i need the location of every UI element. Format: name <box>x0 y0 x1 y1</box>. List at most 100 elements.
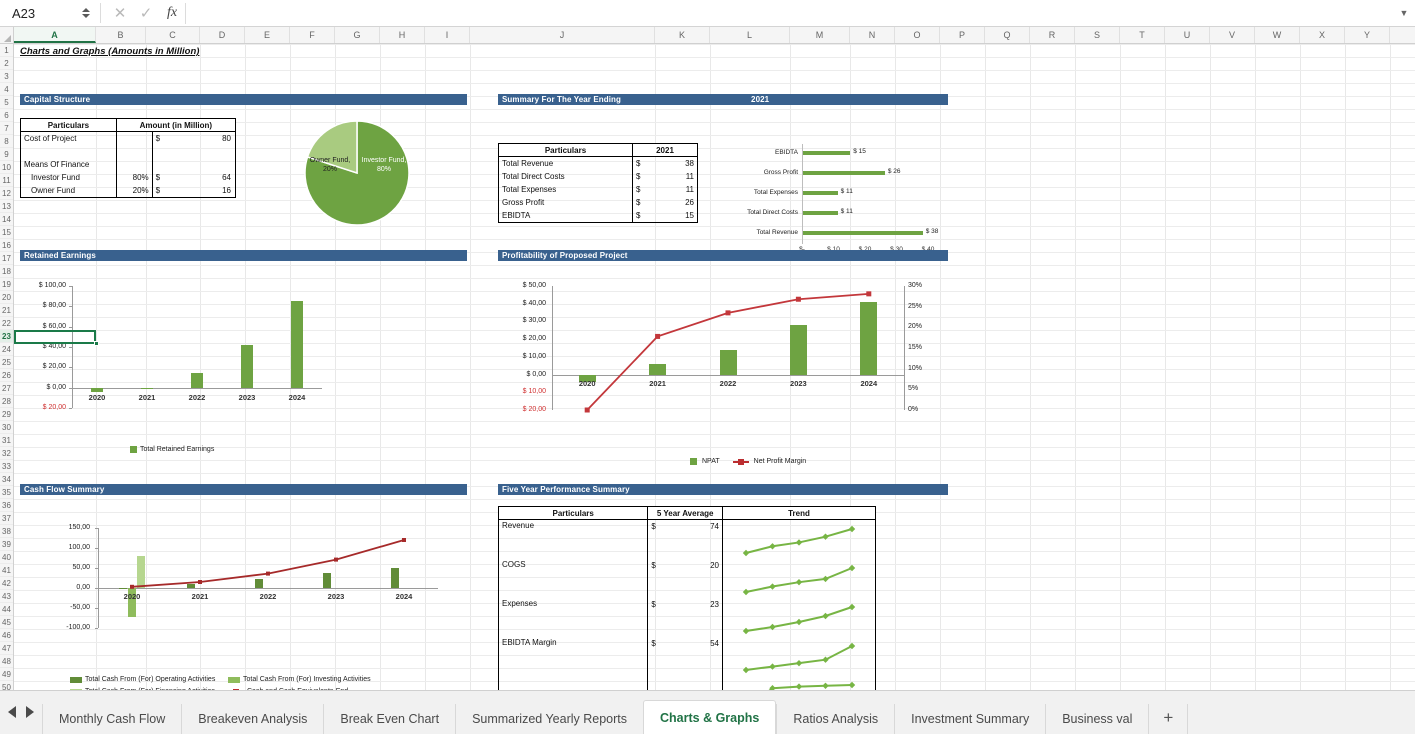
cash-flow-chart[interactable]: 150,00 100,00 50,00 0,00 -50,00 -100,00 2020 20… <box>20 500 467 690</box>
row-header-39[interactable]: 39 <box>0 538 13 551</box>
cancel-edit-icon[interactable]: ✕ <box>107 4 133 22</box>
sheet-tab-ratios-analysis[interactable]: Ratios Analysis <box>776 704 895 734</box>
column-header-F[interactable]: F <box>290 27 335 43</box>
row-header-31[interactable]: 31 <box>0 434 13 447</box>
column-header-H[interactable]: H <box>380 27 425 43</box>
row-header-4[interactable]: 4 <box>0 83 13 96</box>
column-header-G[interactable]: G <box>335 27 380 43</box>
chevron-down-icon[interactable]: ▼ <box>1393 8 1415 18</box>
row-header-27[interactable]: 27 <box>0 382 13 395</box>
row-header-26[interactable]: 26 <box>0 369 13 382</box>
row-header-32[interactable]: 32 <box>0 447 13 460</box>
column-header-M[interactable]: M <box>790 27 850 43</box>
row-header-33[interactable]: 33 <box>0 460 13 473</box>
summary-year-bar-chart[interactable]: EBIDTA $ 15 Gross Profit $ 26 Total Expenses… <box>734 140 956 260</box>
retained-earnings-chart[interactable]: $ 100,00 $ 80,00 $ 60,00 $ 40,00 $ 20,00 $ 0,… <box>20 266 467 456</box>
name-box-spinner[interactable] <box>78 3 94 23</box>
sheet-canvas[interactable]: Charts and Graphs (Amounts in Million) C… <box>14 44 1415 690</box>
row-header-20[interactable]: 20 <box>0 291 13 304</box>
column-header-E[interactable]: E <box>245 27 290 43</box>
row-header-6[interactable]: 6 <box>0 109 13 122</box>
row-header-8[interactable]: 8 <box>0 135 13 148</box>
row-header-24[interactable]: 24 <box>0 343 13 356</box>
fill-handle[interactable] <box>94 341 99 346</box>
row-header-37[interactable]: 37 <box>0 512 13 525</box>
name-box[interactable]: A23 <box>6 3 78 24</box>
row-header-16[interactable]: 16 <box>0 239 13 252</box>
column-header-L[interactable]: L <box>710 27 790 43</box>
column-header-D[interactable]: D <box>200 27 245 43</box>
row-header-21[interactable]: 21 <box>0 304 13 317</box>
row-header-48[interactable]: 48 <box>0 655 13 668</box>
row-header-22[interactable]: 22 <box>0 317 13 330</box>
row-header-36[interactable]: 36 <box>0 499 13 512</box>
row-header-23[interactable]: 23 <box>0 330 13 343</box>
sheet-tab-summarized-yearly-reports[interactable]: Summarized Yearly Reports <box>455 704 643 734</box>
sheet-tab-investment-summary[interactable]: Investment Summary <box>894 704 1046 734</box>
column-header-X[interactable]: X <box>1300 27 1345 43</box>
row-header-13[interactable]: 13 <box>0 200 13 213</box>
column-header-N[interactable]: N <box>850 27 895 43</box>
column-header-U[interactable]: U <box>1165 27 1210 43</box>
row-header-46[interactable]: 46 <box>0 629 13 642</box>
add-sheet-button[interactable]: + <box>1148 704 1187 734</box>
row-header-11[interactable]: 11 <box>0 174 13 187</box>
row-header-17[interactable]: 17 <box>0 252 13 265</box>
row-header-1[interactable]: 1 <box>0 44 13 57</box>
column-header-Q[interactable]: Q <box>985 27 1030 43</box>
column-header-A[interactable]: A <box>14 27 96 43</box>
row-header-45[interactable]: 45 <box>0 616 13 629</box>
row-header-3[interactable]: 3 <box>0 70 13 83</box>
row-header-25[interactable]: 25 <box>0 356 13 369</box>
row-header-30[interactable]: 30 <box>0 421 13 434</box>
sheet-tab-business-val[interactable]: Business val <box>1045 704 1149 734</box>
sheet-tab-breakeven-analysis[interactable]: Breakeven Analysis <box>181 704 324 734</box>
column-header-O[interactable]: O <box>895 27 940 43</box>
row-header-5[interactable]: 5 <box>0 96 13 109</box>
spinner-down-icon[interactable] <box>82 14 90 18</box>
column-header-K[interactable]: K <box>655 27 710 43</box>
spinner-up-icon[interactable] <box>82 8 90 12</box>
row-header-43[interactable]: 43 <box>0 590 13 603</box>
column-header-S[interactable]: S <box>1075 27 1120 43</box>
selected-cell-a23[interactable] <box>14 330 96 344</box>
row-header-47[interactable]: 47 <box>0 642 13 655</box>
row-header-10[interactable]: 10 <box>0 161 13 174</box>
column-header-V[interactable]: V <box>1210 27 1255 43</box>
row-header-19[interactable]: 19 <box>0 278 13 291</box>
column-header-C[interactable]: C <box>146 27 200 43</box>
column-header-Y[interactable]: Y <box>1345 27 1390 43</box>
row-header-50[interactable]: 50 <box>0 681 13 690</box>
row-header-7[interactable]: 7 <box>0 122 13 135</box>
insert-function-icon[interactable]: fx <box>159 5 185 21</box>
row-header-44[interactable]: 44 <box>0 603 13 616</box>
row-header-15[interactable]: 15 <box>0 226 13 239</box>
row-header-29[interactable]: 29 <box>0 408 13 421</box>
column-header-I[interactable]: I <box>425 27 470 43</box>
row-header-14[interactable]: 14 <box>0 213 13 226</box>
row-header-34[interactable]: 34 <box>0 473 13 486</box>
arrow-left-icon[interactable] <box>8 706 16 718</box>
sheet-tab-charts-graphs[interactable]: Charts & Graphs <box>643 700 777 734</box>
row-header-12[interactable]: 12 <box>0 187 13 200</box>
formula-input[interactable] <box>185 2 1393 24</box>
row-header-41[interactable]: 41 <box>0 564 13 577</box>
sheet-tab-monthly-cash-flow[interactable]: Monthly Cash Flow <box>42 704 182 734</box>
column-header-J[interactable]: J <box>470 27 655 43</box>
column-header-T[interactable]: T <box>1120 27 1165 43</box>
profitability-chart[interactable]: $ 50,00 $ 40,00 $ 30,00 $ 20,00 $ 10,00 $ 0,0… <box>498 266 948 465</box>
sheet-tab-break-even-chart[interactable]: Break Even Chart <box>323 704 456 734</box>
row-header-9[interactable]: 9 <box>0 148 13 161</box>
column-header-B[interactable]: B <box>96 27 146 43</box>
column-header-P[interactable]: P <box>940 27 985 43</box>
row-header-40[interactable]: 40 <box>0 551 13 564</box>
row-header-18[interactable]: 18 <box>0 265 13 278</box>
arrow-right-icon[interactable] <box>26 706 34 718</box>
column-header-R[interactable]: R <box>1030 27 1075 43</box>
select-all-corner[interactable] <box>0 27 14 43</box>
capital-structure-pie-chart[interactable]: Owner Fund, 20% Investor Fund, 80% <box>302 118 412 228</box>
confirm-edit-icon[interactable]: ✓ <box>133 4 159 22</box>
row-header-28[interactable]: 28 <box>0 395 13 408</box>
row-header-35[interactable]: 35 <box>0 486 13 499</box>
row-header-42[interactable]: 42 <box>0 577 13 590</box>
